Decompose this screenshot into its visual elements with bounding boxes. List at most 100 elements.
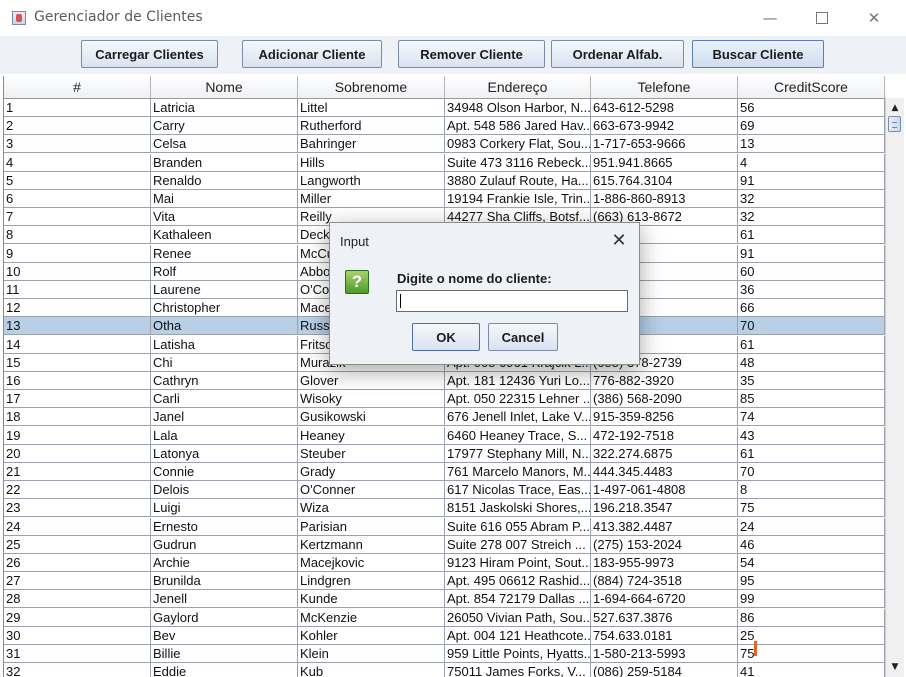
cell-address[interactable]: 9123 Hiram Point, Sout... xyxy=(445,554,591,572)
cell-number[interactable]: 3 xyxy=(4,135,151,153)
cell-name[interactable]: Laurene xyxy=(151,281,298,299)
cell-phone[interactable]: 1-694-664-6720 xyxy=(591,590,738,608)
table-row[interactable]: 5 Renaldo Langworth 3880 Zulauf Route, Ha..… xyxy=(4,172,885,190)
cell-surname[interactable]: Glover xyxy=(298,372,445,390)
table-row[interactable]: 32 Eddie Kub 75011 James Forks, V... (086) 2… xyxy=(4,663,885,677)
cell-surname[interactable]: McKenzie xyxy=(298,609,445,627)
cell-number[interactable]: 1 xyxy=(4,99,151,117)
cell-phone[interactable]: 1-580-213-5993 xyxy=(591,645,738,663)
cell-name[interactable]: Ernesto xyxy=(151,518,298,536)
cell-address[interactable]: Apt. 548 586 Jared Hav... xyxy=(445,117,591,135)
table-row[interactable]: 31 Billie Klein 959 Little Points, Hyatts..… xyxy=(4,645,885,663)
cell-name[interactable]: Archie xyxy=(151,554,298,572)
cell-phone[interactable]: (086) 259-5184 xyxy=(591,663,738,677)
cell-address[interactable]: 19194 Frankie Isle, Trin... xyxy=(445,190,591,208)
cell-creditscore[interactable]: 60 xyxy=(738,263,885,281)
add-client-button[interactable]: Adicionar Cliente xyxy=(242,40,382,68)
cancel-button[interactable]: Cancel xyxy=(488,323,558,351)
cell-phone[interactable]: (275) 153-2024 xyxy=(591,536,738,554)
cell-address[interactable]: 0983 Corkery Flat, Sou... xyxy=(445,135,591,153)
cell-address[interactable]: 617 Nicolas Trace, Eas... xyxy=(445,481,591,499)
cell-name[interactable]: Eddie xyxy=(151,663,298,677)
table-row[interactable]: 21 Connie Grady 761 Marcelo Manors, M... 444… xyxy=(4,463,885,481)
cell-surname[interactable]: Littel xyxy=(298,99,445,117)
cell-name[interactable]: Renaldo xyxy=(151,172,298,190)
cell-address[interactable]: 17977 Stephany Mill, N... xyxy=(445,445,591,463)
cell-phone[interactable]: 776-882-3920 xyxy=(591,372,738,390)
cell-address[interactable]: Suite 473 3116 Rebeck... xyxy=(445,154,591,172)
cell-phone[interactable]: 183-955-9973 xyxy=(591,554,738,572)
cell-name[interactable]: Gudrun xyxy=(151,536,298,554)
cell-creditscore[interactable]: 70 xyxy=(738,317,885,335)
cell-number[interactable]: 12 xyxy=(4,299,151,317)
cell-name[interactable]: Janel xyxy=(151,408,298,426)
ok-button[interactable]: OK xyxy=(412,323,480,351)
cell-address[interactable]: 761 Marcelo Manors, M... xyxy=(445,463,591,481)
cell-creditscore[interactable]: 91 xyxy=(738,172,885,190)
cell-creditscore[interactable]: 95 xyxy=(738,572,885,590)
cell-address[interactable]: 959 Little Points, Hyatts... xyxy=(445,645,591,663)
cell-number[interactable]: 25 xyxy=(4,536,151,554)
cell-number[interactable]: 2 xyxy=(4,117,151,135)
cell-name[interactable]: Brunilda xyxy=(151,572,298,590)
cell-number[interactable]: 27 xyxy=(4,572,151,590)
sort-alphabetically-button[interactable]: Ordenar Alfab. xyxy=(551,40,684,68)
cell-number[interactable]: 21 xyxy=(4,463,151,481)
cell-phone[interactable]: 527.637.3876 xyxy=(591,609,738,627)
cell-surname[interactable]: Macejkovic xyxy=(298,554,445,572)
cell-address[interactable]: Apt. 495 06612 Rashid... xyxy=(445,572,591,590)
table-row[interactable]: 4 Branden Hills Suite 473 3116 Rebeck... 951… xyxy=(4,154,885,172)
cell-address[interactable]: Apt. 854 72179 Dallas ... xyxy=(445,590,591,608)
maximize-button[interactable] xyxy=(796,0,848,36)
cell-surname[interactable]: Gusikowski xyxy=(298,408,445,426)
cell-address[interactable]: Apt. 050 22315 Lehner ... xyxy=(445,390,591,408)
table-row[interactable]: 16 Cathryn Glover Apt. 181 12436 Yuri Lo...… xyxy=(4,372,885,390)
scroll-up-arrow-icon[interactable]: ▲ xyxy=(886,100,904,116)
table-row[interactable]: 6 Mai Miller 19194 Frankie Isle, Trin... 1-8… xyxy=(4,190,885,208)
cell-number[interactable]: 30 xyxy=(4,627,151,645)
dialog-close-button[interactable]: ✕ xyxy=(608,229,630,251)
cell-creditscore[interactable]: 99 xyxy=(738,590,885,608)
cell-number[interactable]: 13 xyxy=(4,317,151,335)
cell-phone[interactable]: (386) 568-2090 xyxy=(591,390,738,408)
column-header-surname[interactable]: Sobrenome xyxy=(298,76,445,98)
cell-creditscore[interactable]: 35 xyxy=(738,372,885,390)
cell-name[interactable]: Latisha xyxy=(151,336,298,354)
cell-surname[interactable]: Parisian xyxy=(298,518,445,536)
table-row[interactable]: 19 Lala Heaney 6460 Heaney Trace, S... 472-1… xyxy=(4,427,885,445)
cell-creditscore[interactable]: 86 xyxy=(738,609,885,627)
cell-phone[interactable]: 1-717-653-9666 xyxy=(591,135,738,153)
cell-creditscore[interactable]: 54 xyxy=(738,554,885,572)
cell-address[interactable]: Apt. 004 121 Heathcote... xyxy=(445,627,591,645)
table-row[interactable]: 26 Archie Macejkovic 9123 Hiram Point, Sout… xyxy=(4,554,885,572)
cell-number[interactable]: 28 xyxy=(4,590,151,608)
cell-name[interactable]: Latricia xyxy=(151,99,298,117)
cell-creditscore[interactable]: 70 xyxy=(738,463,885,481)
cell-name[interactable]: Delois xyxy=(151,481,298,499)
cell-name[interactable]: Mai xyxy=(151,190,298,208)
cell-creditscore[interactable]: 41 xyxy=(738,663,885,677)
table-row[interactable]: 22 Delois O'Conner 617 Nicolas Trace, Eas..… xyxy=(4,481,885,499)
table-row[interactable]: 25 Gudrun Kertzmann Suite 278 007 Streich .… xyxy=(4,536,885,554)
cell-creditscore[interactable]: 25 xyxy=(738,627,885,645)
table-row[interactable]: 18 Janel Gusikowski 676 Jenell Inlet, Lake … xyxy=(4,408,885,426)
scrollbar-thumb[interactable] xyxy=(888,116,901,132)
cell-creditscore[interactable]: 74 xyxy=(738,408,885,426)
cell-creditscore[interactable]: 61 xyxy=(738,226,885,244)
cell-address[interactable]: 34948 Olson Harbor, N... xyxy=(445,99,591,117)
cell-number[interactable]: 16 xyxy=(4,372,151,390)
cell-phone[interactable]: (884) 724-3518 xyxy=(591,572,738,590)
cell-phone[interactable]: 1-497-061-4808 xyxy=(591,481,738,499)
close-window-button[interactable]: ✕ xyxy=(848,0,900,36)
cell-creditscore[interactable]: 91 xyxy=(738,245,885,263)
cell-creditscore[interactable]: 75 xyxy=(738,499,885,517)
cell-name[interactable]: Renee xyxy=(151,245,298,263)
cell-address[interactable]: Suite 616 055 Abram P... xyxy=(445,518,591,536)
cell-number[interactable]: 26 xyxy=(4,554,151,572)
column-header-creditscore[interactable]: CreditScore xyxy=(738,76,885,98)
cell-name[interactable]: Vita xyxy=(151,208,298,226)
client-name-input[interactable] xyxy=(396,290,628,312)
cell-creditscore[interactable]: 61 xyxy=(738,445,885,463)
cell-name[interactable]: Lala xyxy=(151,427,298,445)
cell-phone[interactable]: 196.218.3547 xyxy=(591,499,738,517)
